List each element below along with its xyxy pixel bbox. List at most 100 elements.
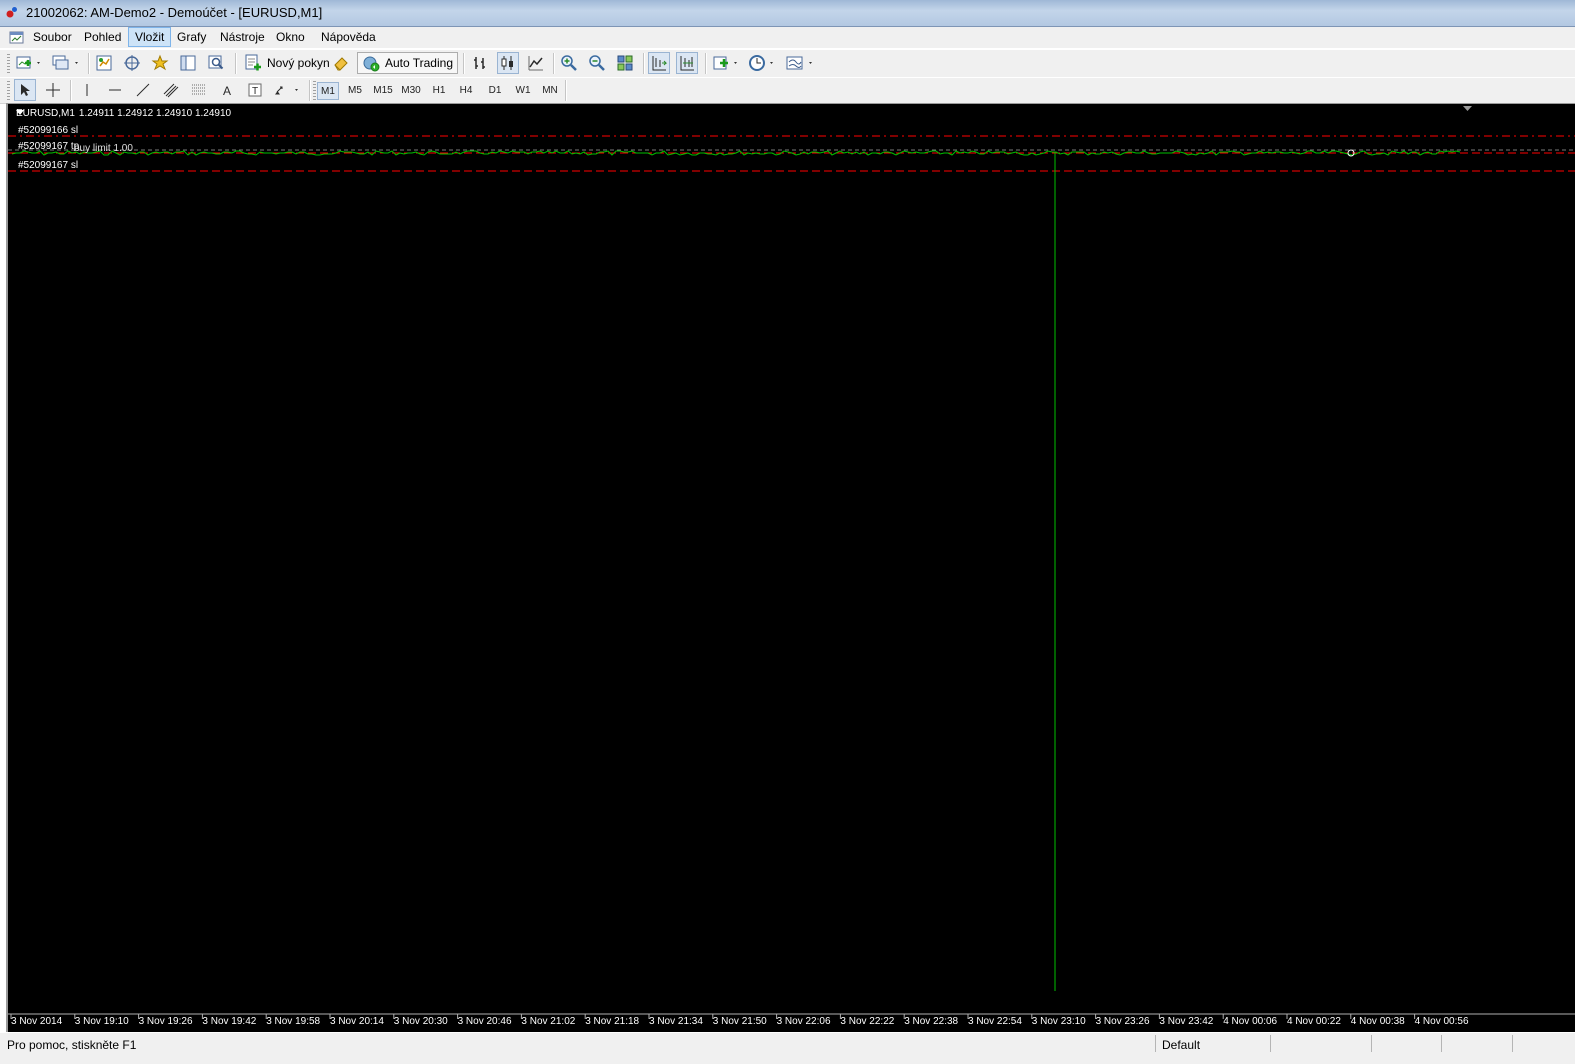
data-window-button[interactable] [121, 52, 143, 74]
market-watch-icon [96, 55, 112, 71]
menu-nastroje[interactable]: Nástroje [214, 28, 271, 46]
chart-window-system-icon[interactable] [9, 30, 24, 45]
menu-okno[interactable]: Okno [270, 28, 311, 46]
tile-windows-button[interactable] [614, 52, 636, 74]
buy-limit-label[interactable]: buy limit 1.00 [74, 143, 133, 154]
zoom-out-button[interactable] [586, 52, 608, 74]
auto-scroll-icon [680, 56, 694, 71]
arrows-button[interactable] [272, 79, 302, 101]
zoom-out-icon [589, 55, 605, 71]
time-axis-label: 3 Nov 23:10 [1031, 1016, 1086, 1027]
chart-shift-icon [652, 56, 668, 71]
period-mn[interactable]: MN [539, 82, 561, 100]
time-axis-label: 3 Nov 2014 [11, 1016, 63, 1027]
navigator-button[interactable] [149, 52, 171, 74]
standard-toolbar: Nový pokyn Auto Trading [0, 49, 1575, 78]
new-order-icon [245, 54, 261, 71]
status-help-text: Pro pomoc, stiskněte F1 [7, 1038, 137, 1052]
candlesticks-icon [501, 56, 513, 70]
period-m5[interactable]: M5 [344, 82, 366, 100]
period-m1[interactable]: M1 [317, 82, 339, 100]
toolbar-grip[interactable] [7, 81, 10, 100]
equidistant-channel-button[interactable] [160, 79, 182, 101]
metaeditor-button[interactable] [330, 52, 352, 74]
time-axis-label: 3 Nov 21:34 [649, 1016, 703, 1027]
order-label-52099167-sl[interactable]: #52099167 sl [18, 160, 78, 171]
auto-trading-button[interactable]: Auto Trading [357, 52, 458, 74]
channel-icon [163, 83, 179, 98]
status-bar: Pro pomoc, stiskněte F1 Default [0, 1032, 1575, 1064]
chart-shift-button[interactable] [648, 52, 670, 74]
zoom-in-button[interactable] [558, 52, 580, 74]
menu-vlozit[interactable]: Vložit [128, 27, 172, 47]
profiles-icon [52, 55, 78, 70]
market-watch-button[interactable] [93, 52, 115, 74]
time-axis-label: 4 Nov 00:22 [1287, 1016, 1341, 1027]
period-h4[interactable]: H4 [455, 82, 477, 100]
text-tool-button[interactable]: A [216, 79, 238, 101]
terminal-window-icon [180, 55, 196, 71]
indicators-button[interactable] [711, 52, 741, 74]
chart-ohlc: 1.24911 1.24912 1.24910 1.24910 [78, 108, 232, 119]
cursor-tool-button[interactable] [14, 79, 36, 101]
price-chart[interactable] [8, 104, 1575, 1032]
time-axis-label: 3 Nov 23:26 [1095, 1016, 1150, 1027]
horizontal-line-button[interactable] [104, 79, 126, 101]
templates-button[interactable] [784, 52, 816, 74]
text-label-icon: T [248, 83, 262, 97]
line-studies-toolbar: A T M1 M5 M15 M30 H1 H4 D1 W1 MN [0, 77, 1575, 104]
toolbar-grip[interactable] [313, 81, 316, 100]
menu-bar: Soubor Pohled Vložit Grafy Nástroje Okno… [0, 27, 1575, 48]
time-axis-label: 3 Nov 21:50 [712, 1016, 767, 1027]
new-chart-button[interactable] [14, 52, 44, 74]
period-h1[interactable]: H1 [428, 82, 450, 100]
new-order-label: Nový pokyn [267, 56, 330, 70]
line-chart-button[interactable] [525, 52, 547, 74]
period-d1[interactable]: D1 [484, 82, 506, 100]
menu-napoveda[interactable]: Nápověda [315, 28, 382, 46]
arrow-cursor-icon [21, 84, 30, 96]
auto-scroll-button[interactable] [676, 52, 698, 74]
time-axis-label: 4 Nov 00:56 [1414, 1016, 1469, 1027]
time-axis-label: 3 Nov 22:38 [904, 1016, 959, 1027]
time-axis-label: 3 Nov 22:06 [776, 1016, 831, 1027]
time-axis-label: 3 Nov 19:42 [202, 1016, 257, 1027]
terminal-button[interactable] [177, 52, 199, 74]
bar-chart-button[interactable] [469, 52, 491, 74]
fibonacci-button[interactable] [188, 79, 210, 101]
chart-window[interactable]: EURUSD,M1 1.24911 1.24912 1.24910 1.2491… [6, 103, 1575, 1032]
order-label-52099166-sl[interactable]: #52099166 sl [18, 125, 78, 136]
periods-button[interactable] [747, 52, 777, 74]
time-axis-label: 3 Nov 23:42 [1159, 1016, 1214, 1027]
menu-soubor[interactable]: Soubor [27, 28, 78, 46]
metaeditor-icon [334, 57, 348, 71]
crosshair-tool-button[interactable] [42, 79, 64, 101]
text-label-button[interactable]: T [244, 79, 266, 101]
text-a-icon: A [223, 84, 231, 98]
indicators-icon [713, 56, 737, 70]
clock-icon [749, 55, 773, 71]
menu-pohled[interactable]: Pohled [78, 28, 127, 46]
trendline-button[interactable] [132, 79, 154, 101]
order-label-52099167-tp[interactable]: #52099167 tp [18, 141, 79, 152]
time-axis-label: 3 Nov 22:54 [968, 1016, 1022, 1027]
candlesticks-button[interactable] [497, 52, 519, 74]
time-axis-label: 3 Nov 20:46 [457, 1016, 512, 1027]
vertical-line-button[interactable] [76, 79, 98, 101]
auto-trading-icon [363, 56, 380, 72]
metatrader-app-icon [6, 7, 17, 18]
period-m15[interactable]: M15 [371, 82, 395, 100]
title-bar: 21002062: AM-Demo2 - Demoúčet - [EURUSD,… [0, 0, 1575, 27]
new-order-button[interactable]: Nový pokyn [240, 52, 334, 74]
collapse-triangle-icon[interactable] [16, 108, 24, 116]
period-w1[interactable]: W1 [512, 82, 534, 100]
time-axis-label: 4 Nov 00:38 [1350, 1016, 1405, 1027]
time-axis-label: 3 Nov 19:58 [266, 1016, 321, 1027]
status-profile: Default [1162, 1038, 1201, 1052]
time-axis-label: 3 Nov 22:22 [840, 1016, 895, 1027]
toolbar-grip[interactable] [7, 54, 10, 73]
period-m30[interactable]: M30 [399, 82, 423, 100]
strategy-tester-button[interactable] [205, 52, 227, 74]
profiles-button[interactable] [50, 52, 82, 74]
menu-grafy[interactable]: Grafy [171, 28, 212, 46]
